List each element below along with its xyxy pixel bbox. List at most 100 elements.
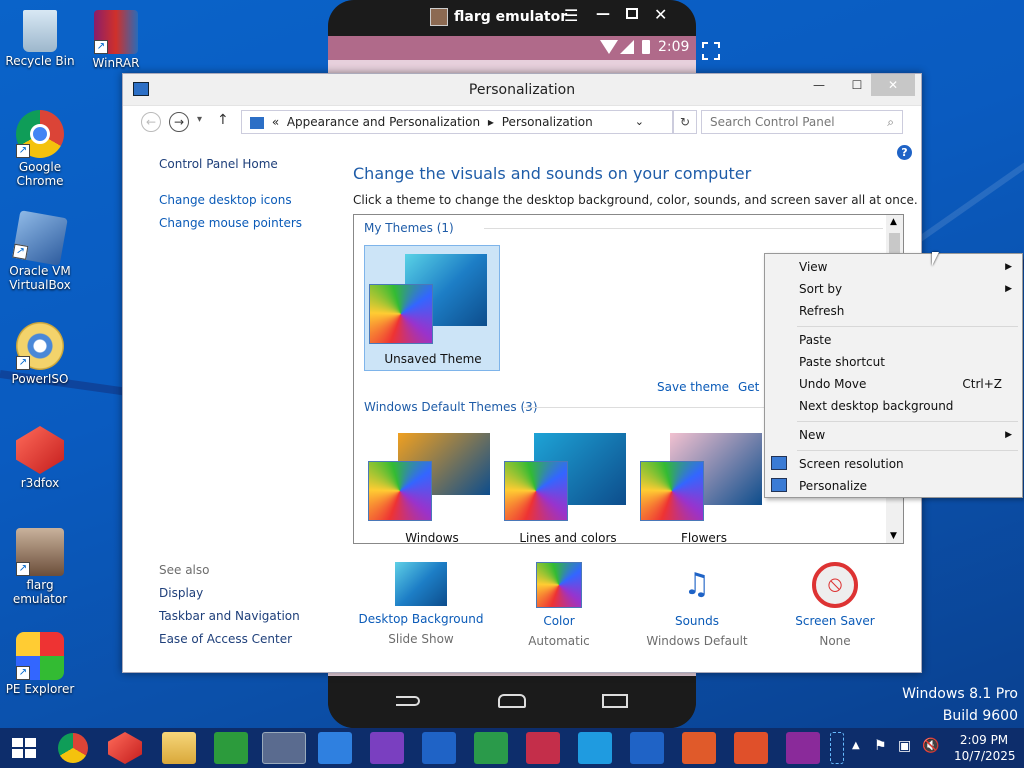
clock-time: 2:09 PM (959, 733, 1009, 747)
theme-name: Lines and colors (519, 531, 617, 544)
taskbar-mail-icon[interactable] (422, 732, 456, 764)
menu-item-paste[interactable]: Paste (799, 329, 1016, 351)
color-option[interactable]: Color Automatic (489, 562, 629, 648)
minimize-icon[interactable]: — (596, 6, 610, 22)
menu-item-refresh[interactable]: Refresh (799, 300, 1016, 322)
recent-locations-button[interactable]: ▾ (197, 114, 202, 125)
emulator-titlebar[interactable]: flarg emulator ☰ — ✕ (328, 0, 696, 36)
menu-item-new[interactable]: New ▶ (799, 424, 1016, 446)
refresh-button[interactable]: ↻ (673, 110, 697, 134)
desktop-icon-label: Recycle Bin (5, 54, 75, 68)
close-button[interactable]: ✕ (871, 74, 915, 96)
control-panel-home-link[interactable]: Control Panel Home (159, 157, 278, 171)
taskbar-onedrive-icon[interactable] (630, 732, 664, 764)
action-center-flag-icon[interactable]: ⚑ (874, 738, 887, 754)
taskbar-store-icon[interactable] (214, 732, 248, 764)
change-mouse-pointers-link[interactable]: Change mouse pointers (159, 216, 302, 230)
theme-flowers[interactable]: Flowers (636, 425, 772, 543)
back-button[interactable]: ← (141, 112, 161, 132)
desktop-icon-pe-explorer[interactable]: ↗ PE Explorer (4, 632, 76, 696)
taskbar-people-icon[interactable] (734, 732, 768, 764)
menu-label: Personalize (799, 479, 868, 493)
menu-separator (797, 421, 1018, 422)
taskbar-navigation-link[interactable]: Taskbar and Navigation (159, 609, 300, 623)
taskbar-skype-icon[interactable] (578, 732, 612, 764)
desktop-icon-flarg-emulator[interactable]: ↗ flarg emulator (4, 528, 76, 606)
clock-date: 10/7/2025 (954, 749, 1016, 763)
volume-muted-icon[interactable]: 🔇 (922, 738, 939, 754)
up-button[interactable]: ↑ (217, 112, 229, 128)
minimize-button[interactable]: — (805, 74, 833, 96)
maximize-button[interactable]: ☐ (843, 74, 871, 96)
taskbar-onenote-icon[interactable] (786, 732, 820, 764)
help-icon[interactable]: ? (897, 145, 912, 160)
network-icon[interactable]: ▣ (898, 738, 911, 754)
theme-name: Windows (405, 531, 459, 544)
taskbar-overflow-button[interactable] (830, 732, 844, 764)
menu-item-view[interactable]: View ▶ (799, 256, 1016, 278)
taskbar-video-icon[interactable] (526, 732, 560, 764)
theme-windows[interactable]: Windows (364, 425, 500, 544)
theme-lines-and-colors[interactable]: Lines and colors (500, 425, 636, 544)
desktop-icon-recycle-bin[interactable]: Recycle Bin (4, 6, 76, 68)
desktop-icon-r3dfox[interactable]: r3dfox (4, 426, 76, 490)
breadcrumb-personalization[interactable]: Personalization (502, 115, 593, 129)
menu-item-screen-resolution[interactable]: Screen resolution (799, 453, 1016, 475)
fullscreen-icon[interactable] (702, 42, 720, 60)
screen-saver-value: None (819, 634, 851, 648)
theme-unsaved[interactable]: Unsaved Theme (364, 245, 500, 371)
taskbar-help-icon[interactable] (682, 732, 716, 764)
display-link[interactable]: Display (159, 586, 203, 600)
start-button[interactable] (6, 732, 42, 764)
address-bar[interactable]: « Appearance and Personalization ▸ Perso… (241, 110, 673, 134)
clock[interactable]: 2:09 PM 10/7/2025 (954, 732, 1016, 764)
scroll-up-icon[interactable]: ▲ (890, 217, 897, 227)
desktop-background-value: Slide Show (388, 632, 454, 646)
home-icon[interactable] (498, 694, 526, 708)
taskbar-flarg-emulator-icon[interactable] (262, 732, 306, 764)
taskbar-chrome-icon[interactable] (58, 733, 88, 763)
breadcrumb-prefix[interactable]: « (272, 115, 279, 129)
save-theme-link[interactable]: Save theme (657, 380, 729, 394)
menu-label: Screen resolution (799, 457, 904, 471)
window-titlebar[interactable]: Personalization — ☐ ✕ (123, 74, 921, 106)
menu-item-undo-move[interactable]: Undo Move Ctrl+Z (799, 373, 1016, 395)
desktop-background-option[interactable]: Desktop Background Slide Show (351, 562, 491, 646)
menu-separator (797, 450, 1018, 451)
search-input[interactable]: Search Control Panel ⌕ (701, 110, 903, 134)
back-icon[interactable] (396, 696, 420, 706)
close-icon[interactable]: ✕ (654, 5, 667, 24)
recents-icon[interactable] (602, 694, 628, 708)
tray-expand-icon[interactable]: ▲ (852, 740, 860, 751)
change-desktop-icons-link[interactable]: Change desktop icons (159, 193, 292, 207)
maximize-icon[interactable] (626, 8, 638, 19)
desktop-icon-winrar[interactable]: ↗ WinRAR (80, 6, 152, 70)
ease-of-access-link[interactable]: Ease of Access Center (159, 632, 292, 646)
scroll-down-icon[interactable]: ▼ (890, 531, 897, 541)
menu-item-paste-shortcut[interactable]: Paste shortcut (799, 351, 1016, 373)
forward-button[interactable]: → (169, 112, 189, 132)
taskbar-finance-icon[interactable] (474, 732, 508, 764)
menu-label: Paste shortcut (799, 355, 885, 369)
menu-item-personalize[interactable]: Personalize (799, 475, 1016, 497)
desktop-icon-virtualbox[interactable]: ↗ Oracle VM VirtualBox (4, 210, 76, 292)
chrome-icon: ↗ (16, 110, 64, 158)
menu-item-sort-by[interactable]: Sort by ▶ (799, 278, 1016, 300)
breadcrumb-appearance[interactable]: Appearance and Personalization (287, 115, 480, 129)
screen-saver-option[interactable]: ⦸ Screen Saver None (765, 562, 905, 648)
taskbar-file-explorer-icon[interactable] (162, 732, 196, 764)
submenu-arrow-icon: ▶ (1005, 284, 1012, 294)
windows-watermark: Windows 8.1 Pro Build 9600 (902, 686, 1018, 724)
desktop-icon-label: r3dfox (20, 476, 60, 490)
desktop-icon-chrome[interactable]: ↗ Google Chrome (4, 110, 76, 188)
taskbar-trophy-icon[interactable] (370, 732, 404, 764)
desktop-icon-poweriso[interactable]: ↗ PowerISO (4, 322, 76, 386)
taskbar-weather-icon[interactable] (318, 732, 352, 764)
sounds-option[interactable]: ♫ Sounds Windows Default (627, 562, 767, 648)
menu-item-next-desktop-background[interactable]: Next desktop background (799, 395, 1016, 417)
menu-label: New (799, 428, 826, 442)
taskbar-r3dfox-icon[interactable] (108, 732, 142, 764)
menu-icon[interactable]: ☰ (564, 6, 578, 25)
submenu-arrow-icon: ▶ (1005, 430, 1012, 440)
address-dropdown-icon[interactable]: ⌄ (635, 111, 644, 133)
